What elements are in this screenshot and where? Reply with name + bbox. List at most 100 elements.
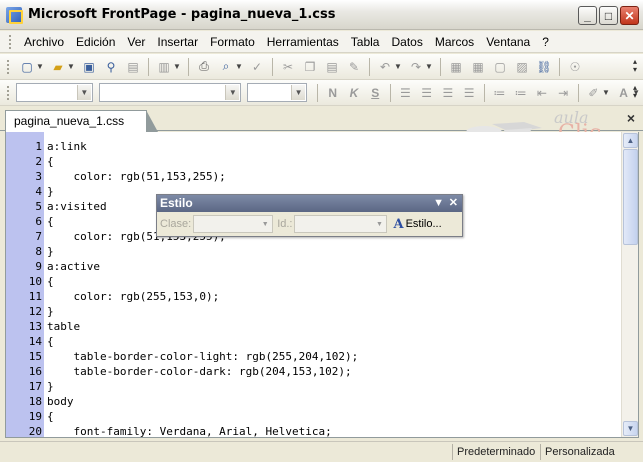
code-line[interactable]: 8} — [6, 244, 620, 259]
code-line[interactable]: 14 { — [6, 334, 620, 349]
code-line[interactable]: 16 table-border-color-dark: rgb(204,153,… — [6, 364, 620, 379]
insert-layer-icon[interactable]: ▢ — [490, 57, 510, 77]
chevron-down-icon[interactable]: ▼ — [291, 85, 306, 100]
chevron-down-icon[interactable]: ▼ — [602, 88, 610, 97]
menu-help[interactable]: ? — [536, 35, 555, 49]
decrease-indent-icon[interactable]: ⇤ — [532, 83, 551, 103]
chevron-down-icon[interactable]: ▼ — [225, 85, 240, 100]
toolbar-options-chevron-icon[interactable]: ▴ ▾ — [633, 58, 641, 76]
estilo-button[interactable]: A Estilo... — [393, 217, 441, 232]
font-combo[interactable]: ▼ — [98, 83, 242, 102]
scroll-down-icon[interactable]: ▼ — [623, 421, 638, 436]
chevron-down-icon[interactable]: ▼ — [394, 62, 402, 71]
clase-combo[interactable]: ▼ — [193, 215, 274, 233]
highlight-icon[interactable]: ✐ — [584, 83, 603, 103]
code-line[interactable]: 12} — [6, 304, 620, 319]
search-icon[interactable]: ⚲ — [101, 57, 121, 77]
maximize-button[interactable]: □ — [599, 6, 618, 25]
toolbar-options-chevron-icon[interactable]: ▴ ▾ — [633, 84, 641, 102]
web-component-icon[interactable]: ▦ — [446, 57, 466, 77]
menu-ventana[interactable]: Ventana — [480, 35, 536, 49]
italic-button[interactable]: K — [344, 83, 363, 103]
save-icon[interactable]: ▣ — [79, 57, 99, 77]
insert-picture-icon[interactable]: ▨ — [512, 57, 532, 77]
spelling-icon[interactable]: ✓ — [247, 57, 267, 77]
code-line[interactable]: 9 a:active — [6, 259, 620, 274]
menu-edicion[interactable]: Edición — [70, 35, 121, 49]
bulleted-list-icon[interactable]: ≔ — [511, 83, 530, 103]
toolbar-grip-handle[interactable] — [6, 58, 10, 75]
open-icon[interactable]: ▰ — [48, 57, 68, 77]
print-preview-icon[interactable]: ⌕ — [216, 57, 236, 77]
paste-icon[interactable]: ▤ — [322, 57, 342, 77]
chevron-down-icon[interactable]: ▼ — [36, 62, 44, 71]
code-line[interactable]: 1 a:link — [6, 139, 620, 154]
code-line[interactable]: 15 table-border-color-light: rgb(255,204… — [6, 349, 620, 364]
code-line[interactable]: 10 { — [6, 274, 620, 289]
toolbar-options-icon[interactable]: ▼ — [433, 195, 444, 212]
code-line[interactable]: 13 table — [6, 319, 620, 334]
code-line[interactable]: 17} — [6, 379, 620, 394]
code-line[interactable]: 3 color: rgb(51,153,255); — [6, 169, 620, 184]
chevron-down-icon[interactable]: ▼ — [67, 62, 75, 71]
code-line[interactable]: 11 color: rgb(255,153,0); — [6, 289, 620, 304]
menu-herramientas[interactable]: Herramientas — [261, 35, 345, 49]
underline-button[interactable]: S — [366, 83, 385, 103]
justify-icon[interactable]: ☰ — [460, 83, 479, 103]
status-mode[interactable]: Predeterminado — [452, 444, 540, 460]
scrollbar-thumb[interactable] — [623, 149, 638, 245]
chevron-down-icon[interactable]: ▼ — [373, 217, 385, 231]
close-toolbar-icon[interactable]: ✕ — [449, 195, 458, 212]
code-editor[interactable]: 1 a:link 2{ 3 color: rgb(51,153,255); 4} … — [5, 132, 639, 438]
scroll-up-icon[interactable]: ▲ — [623, 133, 638, 148]
menu-formato[interactable]: Formato — [204, 35, 261, 49]
close-document-icon[interactable]: × — [627, 110, 635, 126]
help-icon[interactable]: ☉ — [565, 57, 585, 77]
increase-indent-icon[interactable]: ⇥ — [554, 83, 573, 103]
insert-table-icon[interactable]: ▦ — [468, 57, 488, 77]
vertical-scrollbar[interactable]: ▲ ▼ — [621, 132, 638, 437]
toolbar-grip-handle[interactable] — [6, 84, 10, 101]
chevron-down-icon[interactable]: ▼ — [173, 62, 181, 71]
close-button[interactable]: ✕ — [620, 6, 639, 25]
code-line[interactable]: 18 body — [6, 394, 620, 409]
redo-icon[interactable]: ↷ — [406, 57, 426, 77]
code-line[interactable]: 2{ — [6, 154, 620, 169]
bold-button[interactable]: N — [323, 83, 342, 103]
menu-marcos[interactable]: Marcos — [429, 35, 480, 49]
chevron-down-icon[interactable]: ▼ — [259, 217, 271, 231]
style-combo[interactable]: ▼ — [15, 83, 93, 102]
menu-insertar[interactable]: Insertar — [151, 35, 204, 49]
undo-icon[interactable]: ↶ — [375, 57, 395, 77]
menu-tabla[interactable]: Tabla — [345, 35, 386, 49]
estilo-floating-toolbar[interactable]: Estilo ▼ ✕ Clase: ▼ Id.: ▼ A Estilo... — [156, 194, 463, 237]
status-view[interactable]: Personalizada — [540, 444, 623, 460]
chevron-down-icon[interactable]: ▼ — [425, 62, 433, 71]
tab-pagina-nueva-1-css[interactable]: pagina_nueva_1.css — [5, 110, 159, 132]
menu-grip-handle[interactable] — [8, 33, 12, 50]
format-painter-icon[interactable]: ✎ — [344, 57, 364, 77]
print-icon[interactable]: ⎙ — [194, 57, 214, 77]
id-combo[interactable]: ▼ — [294, 215, 388, 233]
align-right-icon[interactable]: ☰ — [438, 83, 457, 103]
copy-icon[interactable]: ❐ — [300, 57, 320, 77]
toggle-pane-icon[interactable]: ▥ — [154, 57, 174, 77]
code-line[interactable]: 19 { — [6, 409, 620, 424]
font-color-icon[interactable]: A — [614, 83, 633, 103]
chevron-down-icon[interactable]: ▼ — [76, 85, 91, 100]
font-size-combo[interactable]: ▼ — [247, 83, 308, 102]
align-center-icon[interactable]: ☰ — [417, 83, 436, 103]
menu-ver[interactable]: Ver — [121, 35, 151, 49]
menu-datos[interactable]: Datos — [385, 35, 428, 49]
estilo-title-bar[interactable]: Estilo ▼ ✕ — [157, 195, 462, 212]
minimize-button[interactable]: _ — [578, 6, 597, 25]
new-page-icon[interactable]: ▢ — [17, 57, 37, 77]
numbered-list-icon[interactable]: ≔ — [490, 83, 509, 103]
insert-hyperlink-icon[interactable]: ⛓ — [534, 57, 554, 77]
publish-icon[interactable]: ▤ — [123, 57, 143, 77]
align-left-icon[interactable]: ☰ — [396, 83, 415, 103]
menu-archivo[interactable]: Archivo — [18, 35, 70, 49]
cut-icon[interactable]: ✂ — [278, 57, 298, 77]
chevron-down-icon[interactable]: ▼ — [235, 62, 243, 71]
code-line[interactable]: 20 font-family: Verdana, Arial, Helvetic… — [6, 424, 620, 439]
